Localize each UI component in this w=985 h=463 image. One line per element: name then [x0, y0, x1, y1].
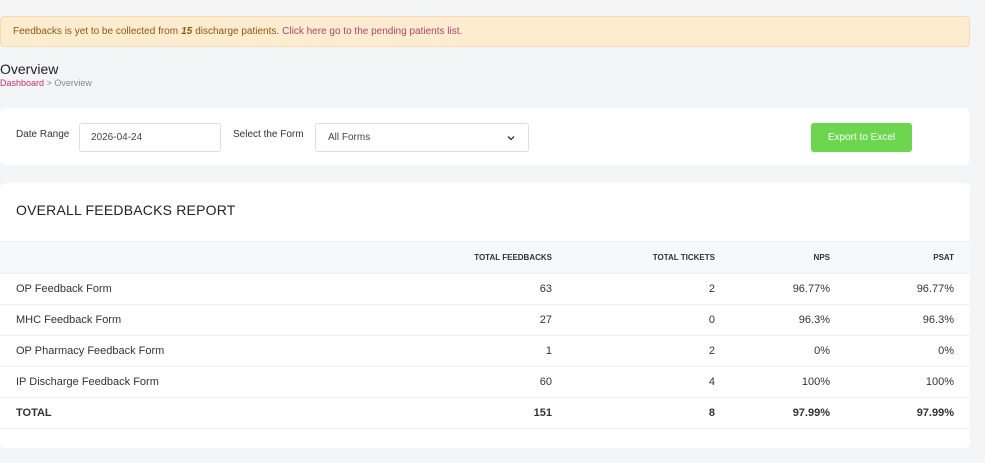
date-range-input[interactable]: 2026-04-24 — [79, 123, 221, 152]
row-tickets: 2 — [568, 335, 731, 367]
row-psat: 96.3% — [846, 304, 970, 336]
total-nps: 97.99% — [731, 397, 846, 429]
form-select-dropdown[interactable]: All Forms — [315, 123, 529, 152]
breadcrumb-dashboard-link[interactable]: Dashboard — [0, 78, 44, 88]
date-range-value: 2026-04-24 — [91, 132, 143, 143]
row-feedbacks: 27 — [300, 304, 568, 336]
breadcrumb-separator: > — [46, 78, 52, 88]
total-row: TOTAL 151 8 97.99% 97.99% — [0, 397, 970, 429]
chevron-down-icon — [506, 133, 516, 143]
pending-patients-link[interactable]: Click here go to the pending patients li… — [282, 26, 462, 37]
breadcrumb: Dashboard > Overview — [0, 78, 92, 89]
row-form-name: IP Discharge Feedback Form — [0, 366, 300, 398]
row-nps: 0% — [731, 335, 846, 367]
alert-suffix: discharge patients. — [195, 26, 280, 37]
row-psat: 96.77% — [846, 273, 970, 305]
row-nps: 96.77% — [731, 273, 846, 305]
table-row: OP Pharmacy Feedback Form 1 2 0% 0% — [0, 335, 970, 367]
row-feedbacks: 60 — [300, 366, 568, 398]
alert-pending-count: 15 — [181, 26, 193, 37]
export-to-excel-button[interactable]: Export to Excel — [811, 123, 912, 152]
row-form-name: OP Feedback Form — [0, 273, 300, 305]
report-table: TOTAL FEEDBACKS TOTAL TICKETS NPS PSAT O… — [0, 241, 970, 429]
row-tickets: 2 — [568, 273, 731, 305]
header-total-tickets: TOTAL TICKETS — [568, 241, 731, 274]
form-select-label: Select the Form — [233, 129, 304, 140]
header-nps: NPS — [731, 241, 846, 274]
row-tickets: 4 — [568, 366, 731, 398]
alert-prefix: Feedbacks is yet to be collected from — [13, 26, 179, 37]
form-select-value: All Forms — [328, 132, 371, 143]
total-feedbacks: 151 — [300, 397, 568, 429]
row-tickets: 0 — [568, 304, 731, 336]
total-psat: 97.99% — [846, 397, 970, 429]
row-nps: 100% — [731, 366, 846, 398]
table-header-row: TOTAL FEEDBACKS TOTAL TICKETS NPS PSAT — [0, 241, 970, 274]
row-feedbacks: 1 — [300, 335, 568, 367]
row-form-name: OP Pharmacy Feedback Form — [0, 335, 300, 367]
row-psat: 100% — [846, 366, 970, 398]
table-row: OP Feedback Form 63 2 96.77% 96.77% — [0, 273, 970, 305]
total-tickets: 8 — [568, 397, 731, 429]
report-title: OVERALL FEEDBACKS REPORT — [16, 202, 236, 218]
total-label: TOTAL — [0, 397, 300, 429]
breadcrumb-current: Overview — [54, 78, 92, 88]
pending-feedback-alert: Feedbacks is yet to be collected from 15… — [0, 16, 970, 47]
date-range-label: Date Range — [16, 129, 70, 140]
header-form-name — [0, 241, 300, 274]
row-psat: 0% — [846, 335, 970, 367]
table-row: IP Discharge Feedback Form 60 4 100% 100… — [0, 366, 970, 398]
row-form-name: MHC Feedback Form — [0, 304, 300, 336]
page-title: Overview — [0, 61, 59, 77]
table-row: MHC Feedback Form 27 0 96.3% 96.3% — [0, 304, 970, 336]
header-total-feedbacks: TOTAL FEEDBACKS — [300, 241, 568, 274]
header-psat: PSAT — [846, 241, 970, 274]
overall-report-card: OVERALL FEEDBACKS REPORT TOTAL FEEDBACKS… — [0, 183, 970, 448]
row-feedbacks: 63 — [300, 273, 568, 305]
row-nps: 96.3% — [731, 304, 846, 336]
